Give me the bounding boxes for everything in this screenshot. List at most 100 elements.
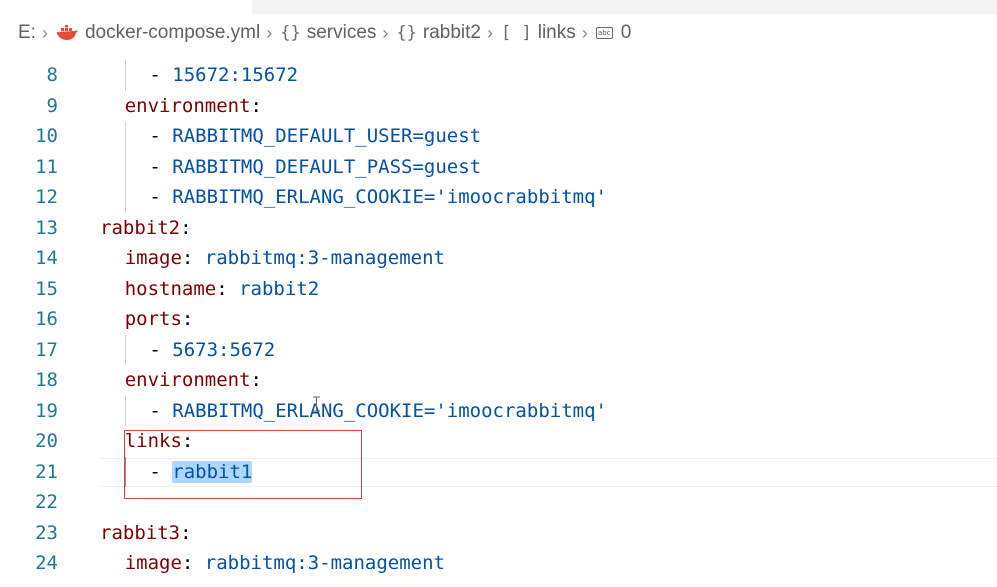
code-line[interactable]: 21 - rabbit1 <box>0 456 997 488</box>
breadcrumb-leaf[interactable]: abc 0 <box>595 22 632 44</box>
line-number: 8 <box>46 64 58 86</box>
code-token: : <box>180 216 192 239</box>
code-text: ports: <box>100 304 194 335</box>
breadcrumb-services[interactable]: {} services <box>280 22 376 44</box>
indent-guide <box>124 395 150 427</box>
code-line[interactable]: 13 rabbit2: <box>0 213 997 244</box>
code-line[interactable]: 8 - 15672:15672 <box>0 60 997 91</box>
code-token: - <box>149 399 173 422</box>
code-token: RABBITMQ_DEFAULT_PASS=guest <box>172 155 482 178</box>
code-token: rabbitmq:3-management <box>204 552 445 574</box>
array-brackets-icon: [ ] <box>501 23 532 43</box>
code-line[interactable]: 23 rabbit3: <box>0 518 997 549</box>
code-line[interactable]: 20 links: <box>0 426 997 457</box>
breadcrumb-links[interactable]: [ ] links <box>501 22 576 44</box>
indent-guide <box>100 548 125 579</box>
line-number: 18 <box>35 369 58 391</box>
text-cursor-icon <box>313 396 320 412</box>
docker-whale-icon <box>56 25 78 41</box>
code-token: : <box>181 308 194 330</box>
indent-guide <box>100 243 125 274</box>
code-line[interactable]: 12 - RABBITMQ_ERLANG_COOKIE='imoocrabbitm… <box>0 182 997 213</box>
code-token: hostname <box>124 277 217 300</box>
line-number: 13 <box>35 216 58 239</box>
code-token: - <box>149 338 173 361</box>
code-token: - <box>149 125 173 147</box>
code-token: ports <box>124 308 182 330</box>
line-number: 17 <box>35 338 58 361</box>
chevron-right-icon: › <box>266 22 273 43</box>
chevron-right-icon: › <box>581 22 588 43</box>
line-number: 14 <box>35 247 58 269</box>
code-line[interactable]: 22 <box>0 487 997 518</box>
tab-bar-strip <box>252 0 997 14</box>
code-token: - <box>149 460 173 483</box>
indent-guide <box>124 334 150 366</box>
code-text: links: <box>100 426 194 457</box>
code-token: RABBITMQ_ERLANG_COOKIE='imoocrabbitmq' <box>172 186 607 208</box>
code-line[interactable]: 15 hostname: rabbit2 <box>0 274 997 305</box>
indent-guide <box>100 91 125 122</box>
indent-guide <box>124 456 150 488</box>
line-number: 15 <box>35 277 58 300</box>
breadcrumb-drive[interactable]: E: <box>18 22 36 44</box>
code-line[interactable]: 17 - 5673:5672 <box>0 334 997 366</box>
breadcrumb-rabbit2[interactable]: {} rabbit2 <box>396 22 481 44</box>
object-braces-icon: {} <box>396 23 417 43</box>
line-number: 23 <box>35 521 58 544</box>
code-text: - RABBITMQ_DEFAULT_PASS=guest <box>100 151 482 183</box>
code-text: image: rabbitmq:3-management <box>100 548 445 579</box>
code-token: environment <box>124 369 251 391</box>
code-text: - RABBITMQ_ERLANG_COOKIE='imoocrabbitmq' <box>100 182 607 213</box>
code-line[interactable]: 18 environment: <box>0 365 997 396</box>
code-token: : <box>250 369 262 391</box>
breadcrumb-links-label: links <box>537 22 576 43</box>
indent-guide <box>100 152 125 183</box>
code-token: rabbit3 <box>100 521 181 544</box>
chevron-right-icon: › <box>382 22 389 43</box>
object-braces-icon: {} <box>280 23 301 43</box>
indent-guide <box>100 457 125 488</box>
code-line[interactable]: 24 image: rabbitmq:3-management <box>0 548 997 579</box>
indent-guide <box>124 60 150 91</box>
line-number: 24 <box>35 552 58 574</box>
chevron-right-icon: › <box>41 22 48 43</box>
code-token: : <box>181 247 205 269</box>
code-text: environment: <box>100 365 262 396</box>
code-token: rabbit2 <box>239 277 320 300</box>
chevron-right-icon: › <box>487 22 493 43</box>
code-token: RABBITMQ_DEFAULT_USER=guest <box>172 125 482 147</box>
indent-guide <box>124 121 150 152</box>
line-number: 10 <box>35 125 58 147</box>
code-token: : <box>181 552 205 574</box>
indent-guide <box>124 182 150 213</box>
code-text: rabbit2: <box>100 213 192 244</box>
code-token: - <box>149 64 173 86</box>
line-number: 12 <box>35 186 58 208</box>
code-line[interactable]: 19 - RABBITMQ_ERLANG_COOKIE='imoocrabbitm… <box>0 395 997 427</box>
line-number: 22 <box>35 491 58 513</box>
breadcrumb-file[interactable]: docker-compose.yml <box>56 22 260 44</box>
indent-guide <box>100 304 125 335</box>
code-line[interactable]: 9 environment: <box>0 91 997 122</box>
indent-guide <box>100 182 125 213</box>
string-abc-icon: abc <box>595 27 613 39</box>
code-token: : <box>181 430 194 452</box>
breadcrumb-leaf-label: 0 <box>620 22 632 43</box>
code-editor[interactable]: 8 - 15672:15672 9 environment: 10 - RABBITMQ_… <box>0 44 997 587</box>
code-line[interactable]: 11 - RABBITMQ_DEFAULT_PASS=guest <box>0 151 997 183</box>
code-token: : <box>180 521 192 544</box>
code-text: environment: <box>100 91 262 122</box>
code-line[interactable]: 10 - RABBITMQ_DEFAULT_USER=guest <box>0 121 997 152</box>
code-line[interactable]: 16 ports: <box>0 304 997 335</box>
code-token: rabbitmq:3-management <box>204 247 445 269</box>
indent-guide <box>100 335 125 366</box>
indent-guide <box>124 151 150 183</box>
code-text: - RABBITMQ_DEFAULT_USER=guest <box>100 121 481 152</box>
code-token: : <box>216 277 240 300</box>
code-token: image <box>124 247 182 269</box>
code-token: image <box>124 552 182 574</box>
code-line[interactable]: 14 image: rabbitmq:3-management <box>0 243 997 274</box>
indent-guide <box>100 121 125 152</box>
code-text: image: rabbitmq:3-management <box>100 243 445 274</box>
